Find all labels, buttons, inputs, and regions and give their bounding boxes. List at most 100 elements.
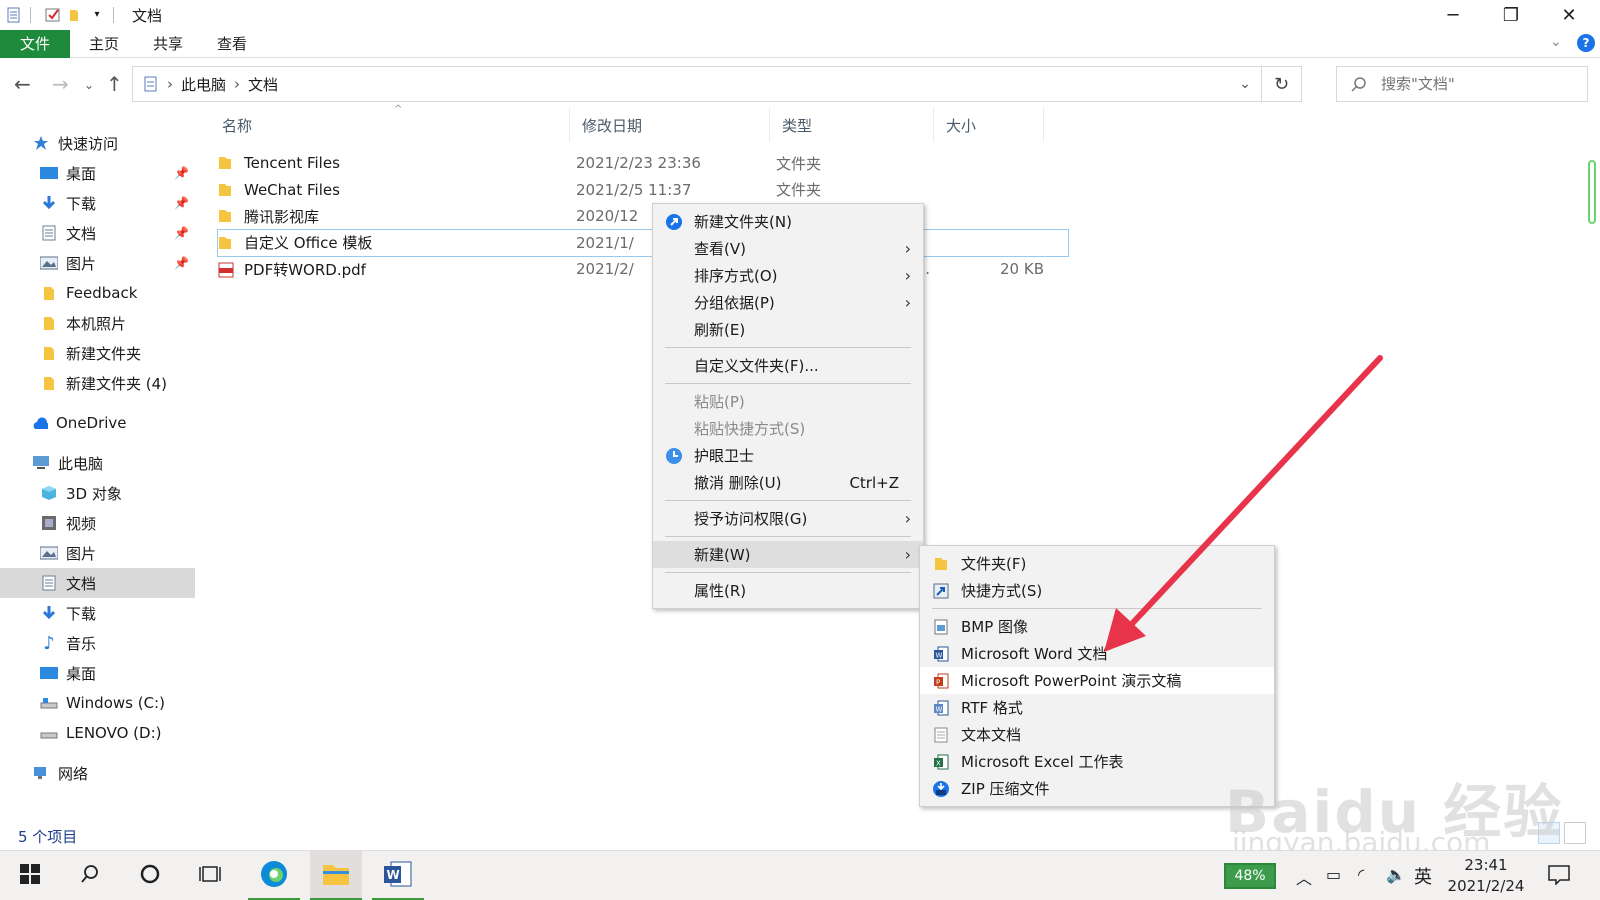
menu-item-new[interactable]: 新建(W) › [653,541,923,568]
battery-indicator[interactable]: 48% [1224,863,1276,889]
word-icon: W [383,860,413,892]
new-folder-quick-icon[interactable] [67,7,83,23]
column-date[interactable]: 修改日期 [570,108,770,142]
properties-icon[interactable] [45,7,61,23]
sidebar-item-this-pc[interactable]: 此电脑 [0,448,195,478]
sidebar-item-pc-documents[interactable]: 文档 [0,568,195,598]
menu-item-group[interactable]: 分组依据(P) › [653,289,923,316]
tab-file[interactable]: 文件 [0,29,70,58]
menu-item-properties[interactable]: 属性(R) [653,577,923,604]
search-input[interactable] [1381,75,1581,93]
sidebar-item-pc-downloads[interactable]: 下载 [0,598,195,628]
ime-indicator[interactable]: 英 [1414,863,1432,889]
help-icon[interactable]: ? [1577,34,1595,52]
search-box[interactable] [1336,66,1588,102]
cortana-button[interactable] [124,851,176,900]
sidebar-item-drive-c[interactable]: Windows (C:) [0,688,195,718]
sidebar-item-3d-objects[interactable]: 3D 对象 [0,478,195,508]
customize-toolbar-icon[interactable]: ▾ [89,7,105,23]
sidebar-item-videos[interactable]: 视频 [0,508,195,538]
star-icon [32,135,50,151]
sidebar-item-pictures[interactable]: 图片 📌 [0,248,195,278]
show-hidden-icons-icon[interactable]: ︿ [1296,865,1312,889]
battery-icon[interactable]: ▭ [1326,865,1341,884]
submenu-item-word[interactable]: W Microsoft Word 文档 [920,640,1274,667]
submenu-item-rtf[interactable]: W RTF 格式 [920,694,1274,721]
recent-locations-icon[interactable]: ⌄ [84,78,94,92]
list-item[interactable]: WeChat Files 2021/2/5 11:37 文件夹 [218,177,1068,204]
submenu-item-folder[interactable]: 文件夹(F) [920,550,1274,577]
sidebar-item-feedback[interactable]: Feedback [0,278,195,308]
tab-share[interactable]: 共享 [136,30,200,58]
submenu-item-zip[interactable]: ZIP 压缩文件 [920,775,1274,802]
start-button[interactable] [4,851,56,900]
submenu-item-shortcut[interactable]: 快捷方式(S) [920,577,1274,604]
address-dropdown-icon[interactable]: ⌄ [1239,76,1251,92]
search-taskbar-button[interactable] [64,851,116,900]
menu-item-paste[interactable]: 粘贴(P) [653,388,923,415]
task-view-button[interactable] [184,851,236,900]
menu-item-refresh[interactable]: 刷新(E) [653,316,923,343]
edge-taskbar-button[interactable] [248,851,300,900]
menu-item-undo-delete[interactable]: 撤消 删除(U) Ctrl+Z [653,469,923,496]
menu-item-customize-folder[interactable]: 自定义文件夹(F)... [653,352,923,379]
list-item[interactable]: 腾讯影视库 2020/12 [218,203,1068,230]
up-icon[interactable]: ↑ [106,72,123,96]
column-type[interactable]: 类型 [770,108,934,142]
restore-button[interactable]: ❐ [1482,0,1540,30]
volume-icon[interactable]: 🔈 [1386,865,1406,884]
forward-icon[interactable]: → [52,72,69,96]
clock[interactable]: 23:41 2021/2/24 [1440,855,1532,897]
sidebar-item-music[interactable]: ♪ 音乐 [0,628,195,658]
notification-icon[interactable] [1548,865,1570,889]
pin-icon[interactable]: 📌 [174,166,189,180]
pin-icon[interactable]: 📌 [174,196,189,210]
sidebar-item-drive-d[interactable]: LENOVO (D:) [0,718,195,748]
address-bar[interactable]: › 此电脑 › 文档 ⌄ [132,66,1262,102]
close-button[interactable]: ✕ [1540,0,1598,30]
word-taskbar-button[interactable]: W [372,851,424,900]
back-icon[interactable]: ← [14,72,31,96]
breadcrumb-documents[interactable]: 文档 [248,74,278,95]
sidebar-item-pc-pictures[interactable]: 图片 [0,538,195,568]
list-item[interactable]: Tencent Files 2021/2/23 23:36 文件夹 [218,150,1068,177]
list-item[interactable]: 自定义 Office 模板 2021/1/ [217,228,1069,257]
tab-home[interactable]: 主页 [72,30,136,58]
sidebar-item-local-photos[interactable]: 本机照片 [0,308,195,338]
clock-date: 2021/2/24 [1447,877,1525,895]
column-name[interactable]: 名称 ^ [210,104,570,142]
large-icons-view-icon[interactable] [1564,822,1586,844]
pin-icon[interactable]: 📌 [174,226,189,240]
sidebar-item-downloads[interactable]: 下载 📌 [0,188,195,218]
sidebar-item-quick-access[interactable]: 快速访问 [0,128,195,158]
file-explorer-taskbar-button[interactable] [310,851,362,900]
menu-item-grant-access[interactable]: 授予访问权限(G) › [653,505,923,532]
sidebar-item-documents[interactable]: 文档 📌 [0,218,195,248]
sidebar-item-pc-desktop[interactable]: 桌面 [0,658,195,688]
sidebar-item-new-folder-4[interactable]: 新建文件夹 (4) [0,368,195,398]
menu-item-eye-guard[interactable]: 护眼卫士 [653,442,923,469]
sidebar-item-desktop[interactable]: 桌面 📌 [0,158,195,188]
submenu-item-text[interactable]: 文本文档 [920,721,1274,748]
scrollbar-thumb[interactable] [1588,160,1596,224]
breadcrumb-this-pc[interactable]: 此电脑 [181,74,226,95]
minimize-button[interactable]: ─ [1424,0,1482,30]
sidebar-item-new-folder[interactable]: 新建文件夹 [0,338,195,368]
expand-ribbon-icon[interactable]: ⌄ [1550,34,1562,50]
sidebar-item-network[interactable]: 网络 [0,758,195,788]
wifi-icon[interactable]: ◜ [1358,865,1364,884]
music-icon: ♪ [43,632,55,654]
menu-item-paste-shortcut[interactable]: 粘贴快捷方式(S) [653,415,923,442]
list-item[interactable]: PDF转WORD.pdf 2021/2/ P... 20 KB [218,256,1068,283]
submenu-item-bmp[interactable]: BMP 图像 [920,613,1274,640]
menu-item-view[interactable]: 查看(V) › [653,235,923,262]
submenu-item-powerpoint[interactable]: P Microsoft PowerPoint 演示文稿 [920,667,1274,694]
refresh-button[interactable]: ↻ [1262,66,1302,102]
menu-item-sort[interactable]: 排序方式(O) › [653,262,923,289]
tab-view[interactable]: 查看 [200,30,264,58]
submenu-item-excel[interactable]: X Microsoft Excel 工作表 [920,748,1274,775]
pin-icon[interactable]: 📌 [174,256,189,270]
sidebar-item-onedrive[interactable]: OneDrive [0,408,195,438]
menu-item-new-folder[interactable]: 新建文件夹(N) [653,208,923,235]
column-size[interactable]: 大小 [934,108,1044,142]
